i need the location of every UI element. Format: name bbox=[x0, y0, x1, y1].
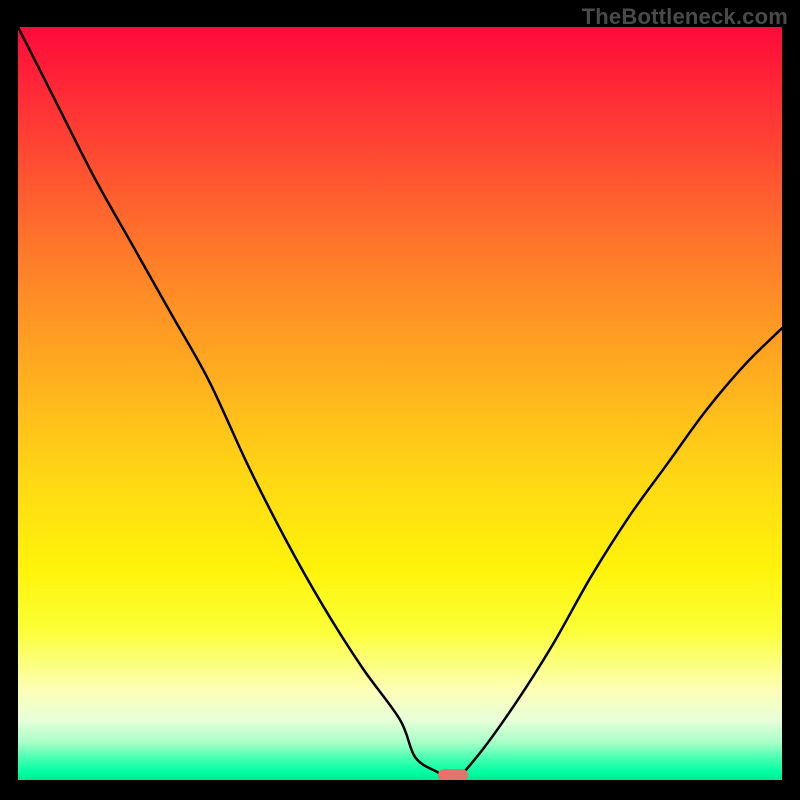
bottleneck-curve bbox=[18, 27, 782, 780]
watermark-text: TheBottleneck.com bbox=[582, 4, 788, 30]
minimum-marker bbox=[438, 769, 468, 780]
chart-frame: TheBottleneck.com bbox=[0, 0, 800, 800]
plot-area bbox=[18, 27, 782, 780]
